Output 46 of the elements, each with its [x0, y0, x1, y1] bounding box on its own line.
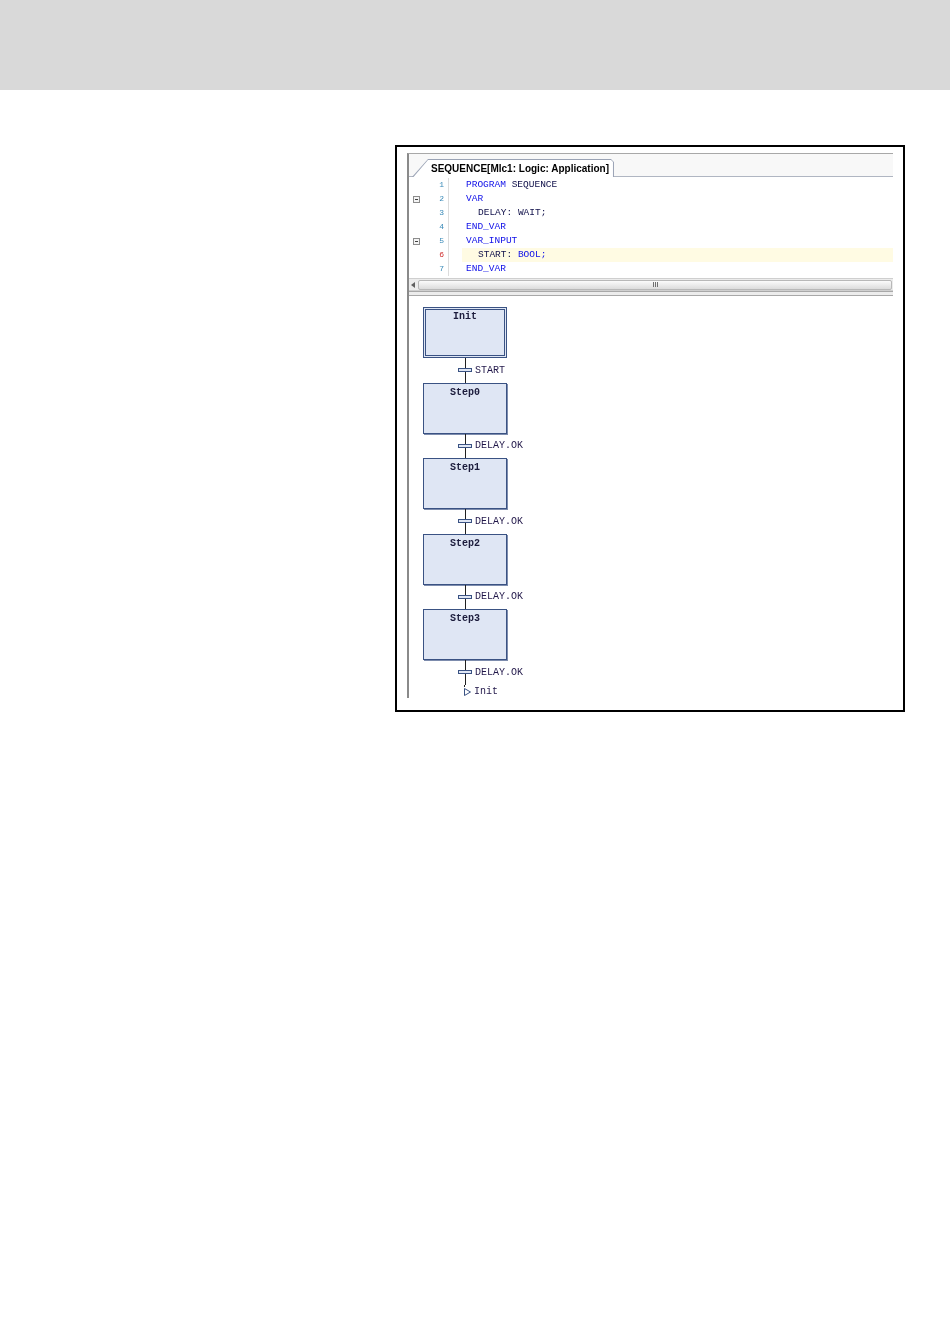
transition-bar — [458, 594, 472, 599]
transition-condition: DELAY.OK — [475, 440, 523, 452]
code-line: VAR — [466, 192, 484, 206]
connector-line — [464, 447, 466, 458]
connector-line — [464, 660, 466, 671]
connector-line — [464, 509, 466, 520]
connector-line — [464, 372, 466, 383]
connector-line — [464, 523, 466, 534]
initial-step-box: Init — [423, 307, 507, 358]
transition-bar — [458, 368, 472, 373]
connector-line — [464, 433, 466, 444]
transition-bar — [458, 443, 472, 448]
connector-line — [464, 358, 466, 369]
step-box: Step1 — [423, 458, 507, 509]
code-line: START: BOOL; — [478, 248, 547, 262]
transition-bar — [458, 670, 472, 675]
connector-line — [464, 584, 466, 595]
line-number: 3 — [423, 206, 449, 220]
step-box: Step2 — [423, 533, 507, 585]
transition-condition: DELAY.OK — [475, 515, 523, 527]
code-line: DELAY: WAIT; — [478, 206, 547, 220]
transition-condition: START — [475, 364, 505, 376]
code-line: VAR_INPUT — [466, 234, 518, 248]
line-number: 5 — [423, 234, 449, 248]
collapse-icon[interactable] — [413, 237, 420, 245]
step-box: Step3 — [423, 609, 507, 660]
transition-condition: DELAY.OK — [475, 666, 523, 678]
code-line: PROGRAM SEQUENCE — [466, 178, 558, 192]
connector-line — [464, 598, 466, 609]
grip-icon — [652, 282, 658, 287]
line-number: 4 — [423, 220, 449, 234]
scrollbar-thumb[interactable] — [418, 279, 892, 290]
line-number: 7 — [423, 262, 449, 276]
line-number: 1 — [423, 178, 449, 192]
code-line: END_VAR — [466, 262, 506, 276]
line-number: 2 — [423, 192, 449, 206]
scroll-left-arrow-icon[interactable] — [411, 281, 415, 288]
collapse-icon[interactable] — [413, 195, 420, 203]
code-line: END_VAR — [466, 220, 506, 234]
editor-tab[interactable]: SEQUENCE[Mlc1: Logic: Application] — [412, 159, 614, 177]
transition-bar — [458, 519, 472, 524]
step-box: Step0 — [423, 382, 507, 434]
line-number: 6 — [423, 248, 449, 262]
jump-target: Init — [474, 686, 498, 697]
transition-condition: DELAY.OK — [475, 591, 523, 603]
horizontal-scrollbar[interactable] — [409, 278, 893, 291]
